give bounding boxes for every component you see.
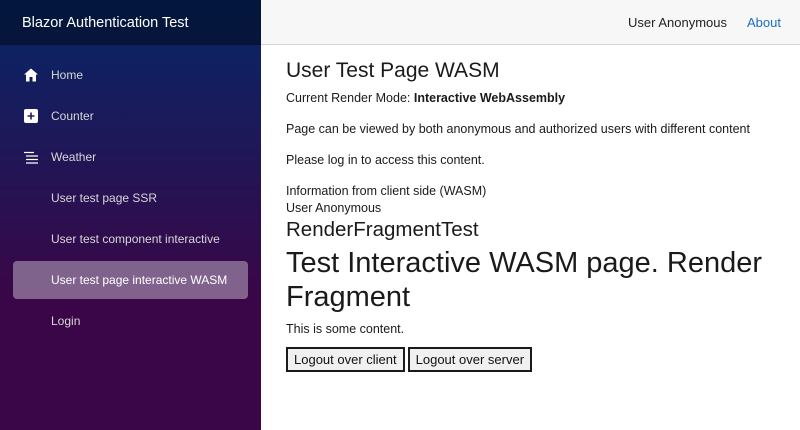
logout-server-button[interactable]: Logout over server (407, 347, 533, 372)
home-icon (23, 67, 39, 83)
nav-item-user-component-label: User test component interactive (51, 232, 220, 246)
nav-item-user-ssr-label: User test page SSR (51, 191, 158, 205)
fragment-content: This is some content. (286, 322, 405, 336)
nav-item-login-label: Login (51, 314, 81, 328)
nav-item-user-wasm[interactable]: User test page interactive WASM (13, 261, 248, 299)
brand-title[interactable]: Blazor Authentication Test (22, 15, 189, 31)
viewable-text: Page can be viewed by both anonymous and… (286, 122, 750, 136)
sidebar: Blazor Authentication Test Home Counter … (0, 0, 261, 430)
user-status: User Anonymous (628, 14, 728, 30)
about-link[interactable]: About (747, 15, 781, 30)
fragment-title: Test Interactive WASM page. Render Fragm… (286, 247, 763, 313)
nav-item-weather-label: Weather (51, 150, 97, 164)
nav-menu: Home Counter Weather User test page SSR … (0, 45, 261, 340)
nav-item-home-label: Home (51, 68, 84, 82)
list-icon (23, 149, 39, 165)
page-title: User Test Page WASM (286, 59, 500, 82)
nav-item-counter-label: Counter (51, 109, 94, 123)
logout-client-button[interactable]: Logout over client (286, 347, 405, 372)
client-user: User Anonymous (286, 201, 382, 215)
nav-item-user-ssr[interactable]: User test page SSR (13, 179, 248, 217)
brand-bar: Blazor Authentication Test (0, 0, 261, 45)
nav-item-home[interactable]: Home (13, 56, 248, 94)
render-mode-label: Current Render Mode: (286, 91, 414, 105)
render-mode-line: Current Render Mode: Interactive WebAsse… (286, 91, 800, 106)
login-prompt: Please log in to access this content. (286, 153, 485, 167)
client-info: Information from client side (WASM) (286, 184, 487, 198)
fragment-heading: RenderFragmentTest (286, 218, 479, 241)
nav-item-weather[interactable]: Weather (13, 138, 248, 176)
render-mode-value: Interactive WebAssembly (413, 91, 566, 105)
main-content: User Test Page WASM Current Render Mode:… (261, 45, 800, 430)
plus-square-icon (23, 108, 39, 124)
top-bar: User Anonymous About (261, 0, 800, 45)
nav-item-counter[interactable]: Counter (13, 97, 248, 135)
nav-item-user-wasm-label: User test page interactive WASM (51, 273, 228, 287)
nav-item-login[interactable]: Login (13, 302, 248, 340)
logout-buttons: Logout over client Logout over server (286, 347, 800, 372)
nav-item-user-component[interactable]: User test component interactive (13, 220, 248, 258)
